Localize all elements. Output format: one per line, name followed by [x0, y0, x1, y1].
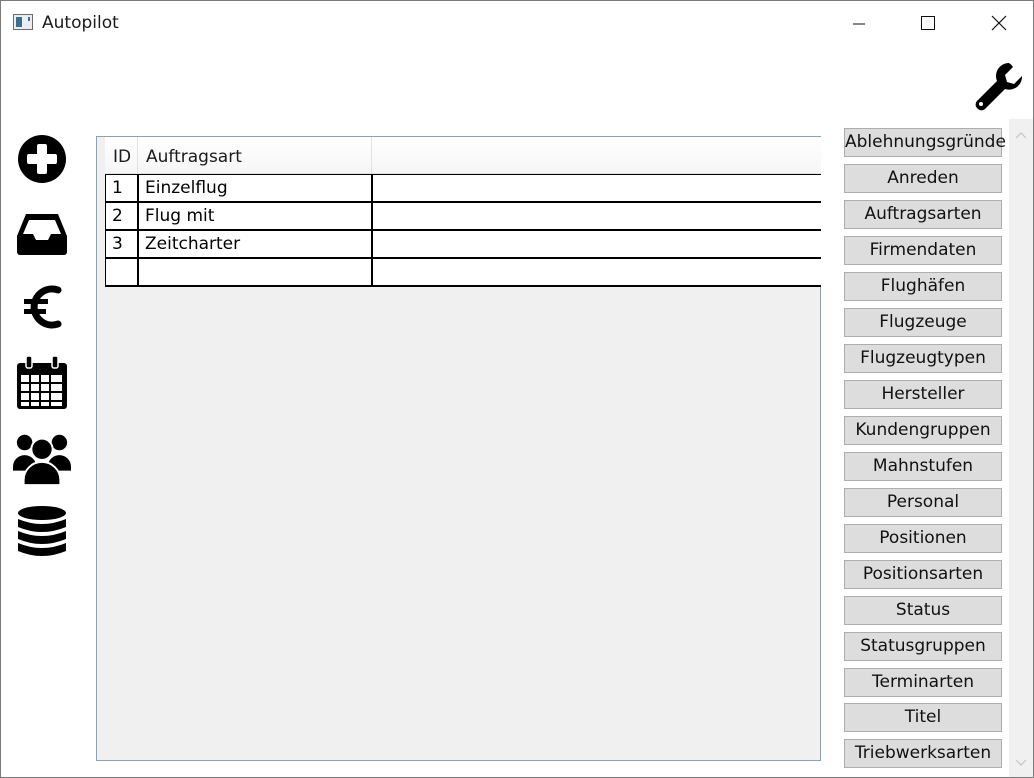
- maximize-icon: [921, 16, 935, 30]
- close-button[interactable]: [976, 1, 1022, 45]
- table-row[interactable]: 2 Flug mit Zwischenaufenthalt: [106, 203, 822, 252]
- cell-auftragsart[interactable]: [139, 259, 373, 285]
- inbox-icon[interactable]: [13, 205, 71, 263]
- plus-circle-icon[interactable]: [13, 130, 71, 188]
- column-header-auftragsart[interactable]: Auftragsart: [138, 137, 372, 173]
- wrench-icon[interactable]: [971, 59, 1025, 113]
- kundengruppen-button[interactable]: Kundengruppen: [844, 416, 1002, 445]
- close-icon: [991, 15, 1007, 31]
- users-icon[interactable]: [13, 429, 71, 487]
- mahnstufen-button[interactable]: Mahnstufen: [844, 452, 1002, 481]
- anreden-button[interactable]: Anreden: [844, 164, 1002, 193]
- status-button[interactable]: Status: [844, 596, 1002, 625]
- cell-id[interactable]: 3: [106, 231, 139, 257]
- scroll-down-button[interactable]: [1009, 751, 1033, 775]
- chevron-up-icon: [1015, 132, 1027, 139]
- minimize-icon: [853, 23, 865, 25]
- grid-rows: 1 Einzelflug 2 Flug mit Zwischenaufentha…: [105, 174, 821, 287]
- new-row[interactable]: [106, 259, 821, 287]
- grid-header: ID Auftragsart: [105, 137, 821, 174]
- vertical-scrollbar[interactable]: [1009, 119, 1033, 777]
- data-grid: ID Auftragsart 1 Einzelflug 2 Flug mit Z…: [105, 137, 821, 287]
- titel-button[interactable]: Titel: [844, 703, 1002, 732]
- flughaefen-button[interactable]: Flughäfen: [844, 272, 1002, 301]
- cell-filler: [373, 231, 822, 257]
- triebwerksarten-button[interactable]: Triebwerksarten: [844, 739, 1002, 768]
- cell-filler: [373, 175, 822, 201]
- window-title: Autopilot: [42, 13, 119, 33]
- cell-id[interactable]: [106, 259, 139, 285]
- cell-filler: [373, 203, 822, 229]
- auftragsarten-button[interactable]: Auftragsarten: [844, 200, 1002, 229]
- table-row[interactable]: 3 Zeitcharter: [106, 231, 821, 259]
- flugzeuge-button[interactable]: Flugzeuge: [844, 308, 1002, 337]
- ablehnungsgruende-button[interactable]: Ablehnungsgründe: [844, 128, 1006, 157]
- data-grid-panel: ID Auftragsart 1 Einzelflug 2 Flug mit Z…: [96, 136, 821, 761]
- database-icon[interactable]: [13, 504, 71, 562]
- cell-auftragsart[interactable]: Zeitcharter: [139, 231, 373, 257]
- app-icon: [13, 14, 33, 30]
- calendar-icon[interactable]: [13, 354, 71, 412]
- scroll-up-button[interactable]: [1009, 123, 1033, 147]
- cell-id[interactable]: 1: [106, 175, 139, 201]
- statusgruppen-button[interactable]: Statusgruppen: [844, 632, 1002, 661]
- euro-icon[interactable]: [13, 278, 71, 336]
- chevron-down-icon: [1015, 759, 1027, 766]
- positionen-button[interactable]: Positionen: [844, 524, 1002, 553]
- title-bar: Autopilot: [1, 1, 1033, 47]
- cell-filler: [373, 259, 822, 285]
- table-row[interactable]: 1 Einzelflug: [106, 175, 821, 203]
- personal-button[interactable]: Personal: [844, 488, 1002, 517]
- column-header-id[interactable]: ID: [105, 137, 138, 173]
- cell-id[interactable]: 2: [106, 203, 139, 229]
- terminarten-button[interactable]: Terminarten: [844, 668, 1002, 697]
- firmendaten-button[interactable]: Firmendaten: [844, 236, 1002, 265]
- maximize-button[interactable]: [905, 1, 951, 45]
- cell-auftragsart[interactable]: Einzelflug: [139, 175, 373, 201]
- app-window: Autopilot ID Auftragsart 1 Einzelflug 2 …: [0, 0, 1034, 778]
- positionsarten-button[interactable]: Positionsarten: [844, 560, 1002, 589]
- hersteller-button[interactable]: Hersteller: [844, 380, 1002, 409]
- minimize-button[interactable]: [836, 1, 882, 45]
- cell-auftragsart[interactable]: Flug mit Zwischenaufenthalt: [139, 203, 373, 252]
- flugzeugtypen-button[interactable]: Flugzeugtypen: [844, 344, 1002, 373]
